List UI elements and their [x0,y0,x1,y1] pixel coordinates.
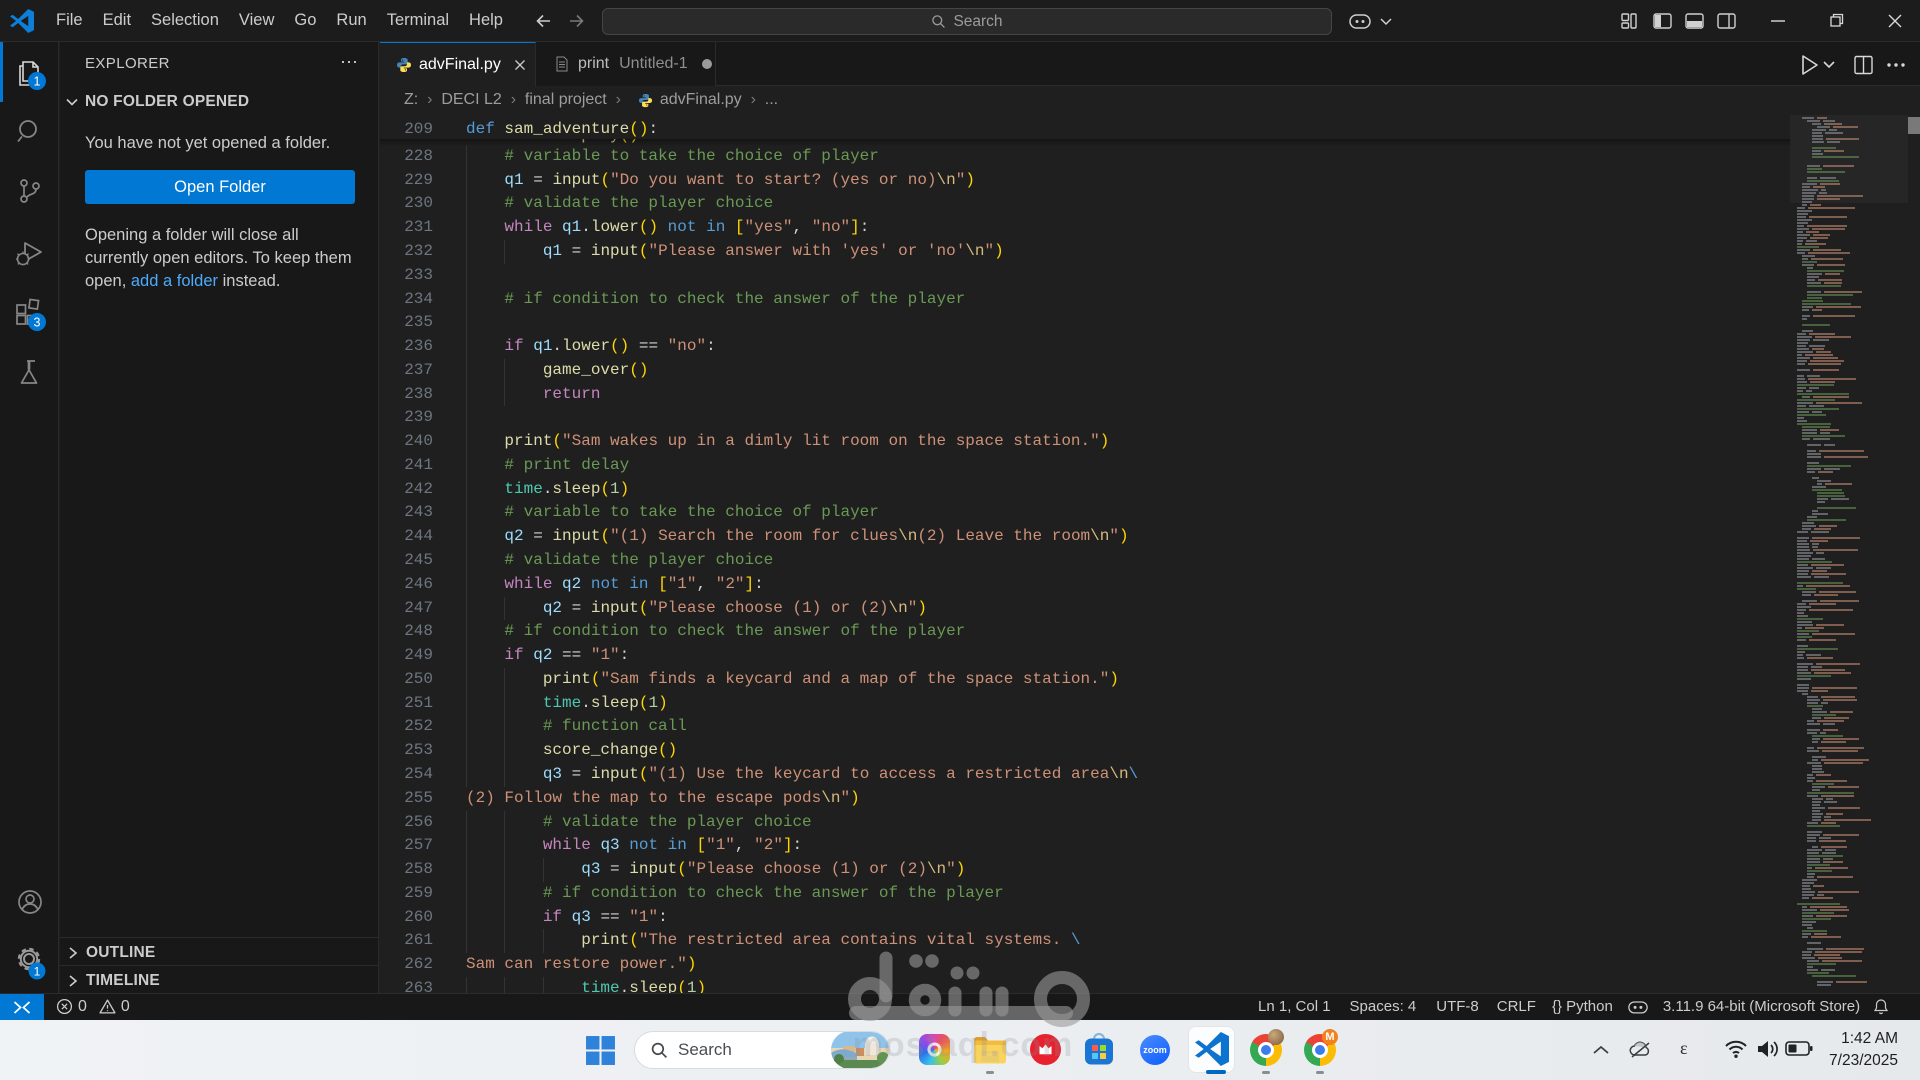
svg-text:mostaql.com: mostaql.com [853,1026,1074,1064]
